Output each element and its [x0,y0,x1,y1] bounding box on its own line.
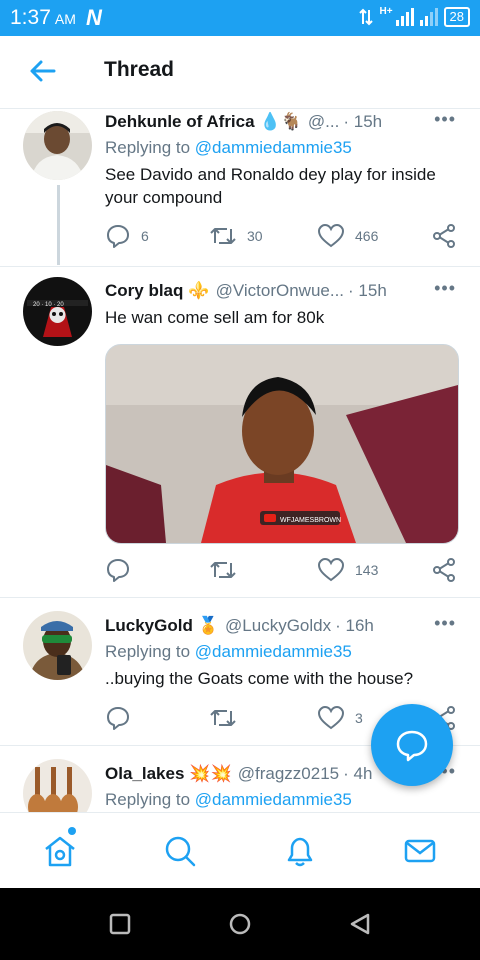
timestamp: · 4h [343,764,373,783]
timestamp: · 15h [348,281,387,300]
home-icon[interactable] [42,833,78,869]
reply-icon [107,707,129,730]
battery-indicator: 28 [443,7,470,27]
handle[interactable]: @LuckyGoldx [225,616,331,636]
name-emoji: 💥💥 [189,764,232,783]
tweet-media-video[interactable]: WFJAMESBROWN [105,344,459,544]
data-arrows-icon [359,8,374,26]
handle[interactable]: @VictorOnwue... [216,281,344,301]
display-name[interactable]: Ola_lakes [105,764,184,784]
compose-reply-button[interactable] [371,704,453,786]
recents-icon[interactable] [108,912,132,936]
retweet-button[interactable] [209,705,247,731]
mention-link[interactable]: @dammiedammie35 [195,138,352,157]
reply-bubble-icon [396,730,428,762]
carrier-logo: N [86,5,102,30]
reply-button[interactable]: 6 [105,223,149,249]
reply-button[interactable] [105,557,141,583]
tweet-text: He wan come sell am for 80k [105,308,325,327]
signal-icon [395,8,414,26]
retweet-count: 30 [247,228,263,244]
more-options-icon[interactable]: ••• [434,109,456,130]
retweet-button[interactable]: 30 [209,223,263,249]
tweet-text: ..buying the Goats come with the house? [105,669,414,688]
like-icon [317,705,345,730]
like-button[interactable]: 3 [317,705,363,731]
timestamp: · 16h [335,616,374,635]
handle[interactable]: @fragzz0215 [238,764,339,784]
bottom-nav [0,812,480,889]
more-options-icon[interactable]: ••• [434,278,456,299]
name-emoji: 💧🐐 [259,112,302,131]
tweet[interactable]: Dehkunle of Africa 💧🐐 @... · 15h ••• Rep… [0,109,480,267]
reply-count: 6 [141,228,149,244]
name-emoji: 🏅 [197,616,220,635]
tweet-actions: 143 [105,557,457,583]
avatar[interactable] [23,611,92,680]
network-type: H+ [379,5,393,17]
display-name[interactable]: Dehkunle of Africa [105,112,255,132]
replying-to: Replying to @dammiedammie35 [105,138,352,157]
display-name[interactable]: LuckyGold [105,616,193,636]
replying-to: Replying to @dammiedammie35 [105,790,352,809]
name-emoji: ⚜️ [188,281,210,300]
mail-icon[interactable] [402,833,438,869]
more-options-icon[interactable]: ••• [434,613,456,634]
like-count: 466 [355,228,379,244]
reply-icon [107,559,129,582]
signal-icon-2 [419,8,438,26]
home-notification-dot [68,827,76,835]
thread-line [57,185,60,265]
reply-button[interactable] [105,705,141,731]
status-bar: 1:37 AM N H+ 28 [0,0,480,36]
app-header: Thread [0,36,480,109]
back-triangle-icon[interactable] [348,912,372,936]
retweet-button[interactable] [209,557,247,583]
back-arrow-icon[interactable] [28,56,58,86]
avatar[interactable] [23,759,92,812]
like-button[interactable]: 143 [317,557,378,583]
handle[interactable]: @... [308,112,339,132]
reply-icon [107,225,129,248]
share-icon[interactable] [431,223,457,249]
replying-to: Replying to @dammiedammie35 [105,642,352,661]
system-nav-bar [0,888,480,960]
mention-link[interactable]: @dammiedammie35 [195,642,352,661]
timestamp: · 15h [343,112,383,131]
avatar[interactable] [23,111,92,180]
like-icon [317,557,345,582]
search-icon[interactable] [162,833,198,869]
like-count: 143 [355,562,379,578]
retweet-icon [210,710,236,726]
mention-link[interactable]: @dammiedammie35 [195,790,352,809]
tweet-text: See Davido and Ronaldo dey play for insi… [105,165,436,207]
media-watermark: WFJAMESBROWN [280,517,341,524]
like-icon [317,223,345,248]
home-circle-icon[interactable] [228,912,252,936]
display-name[interactable]: Cory blaq [105,281,183,301]
page-title: Thread [104,58,175,81]
retweet-icon [210,562,236,578]
status-time: 1:37 AM [10,6,76,29]
avatar[interactable]: 20 · 10 · 20 [23,277,92,346]
like-count: 3 [355,710,363,726]
bell-icon[interactable] [282,833,318,869]
like-button[interactable]: 466 [317,223,378,249]
tweet-actions: 6 30 466 [105,223,457,249]
retweet-icon [210,228,236,244]
share-icon[interactable] [431,557,457,583]
